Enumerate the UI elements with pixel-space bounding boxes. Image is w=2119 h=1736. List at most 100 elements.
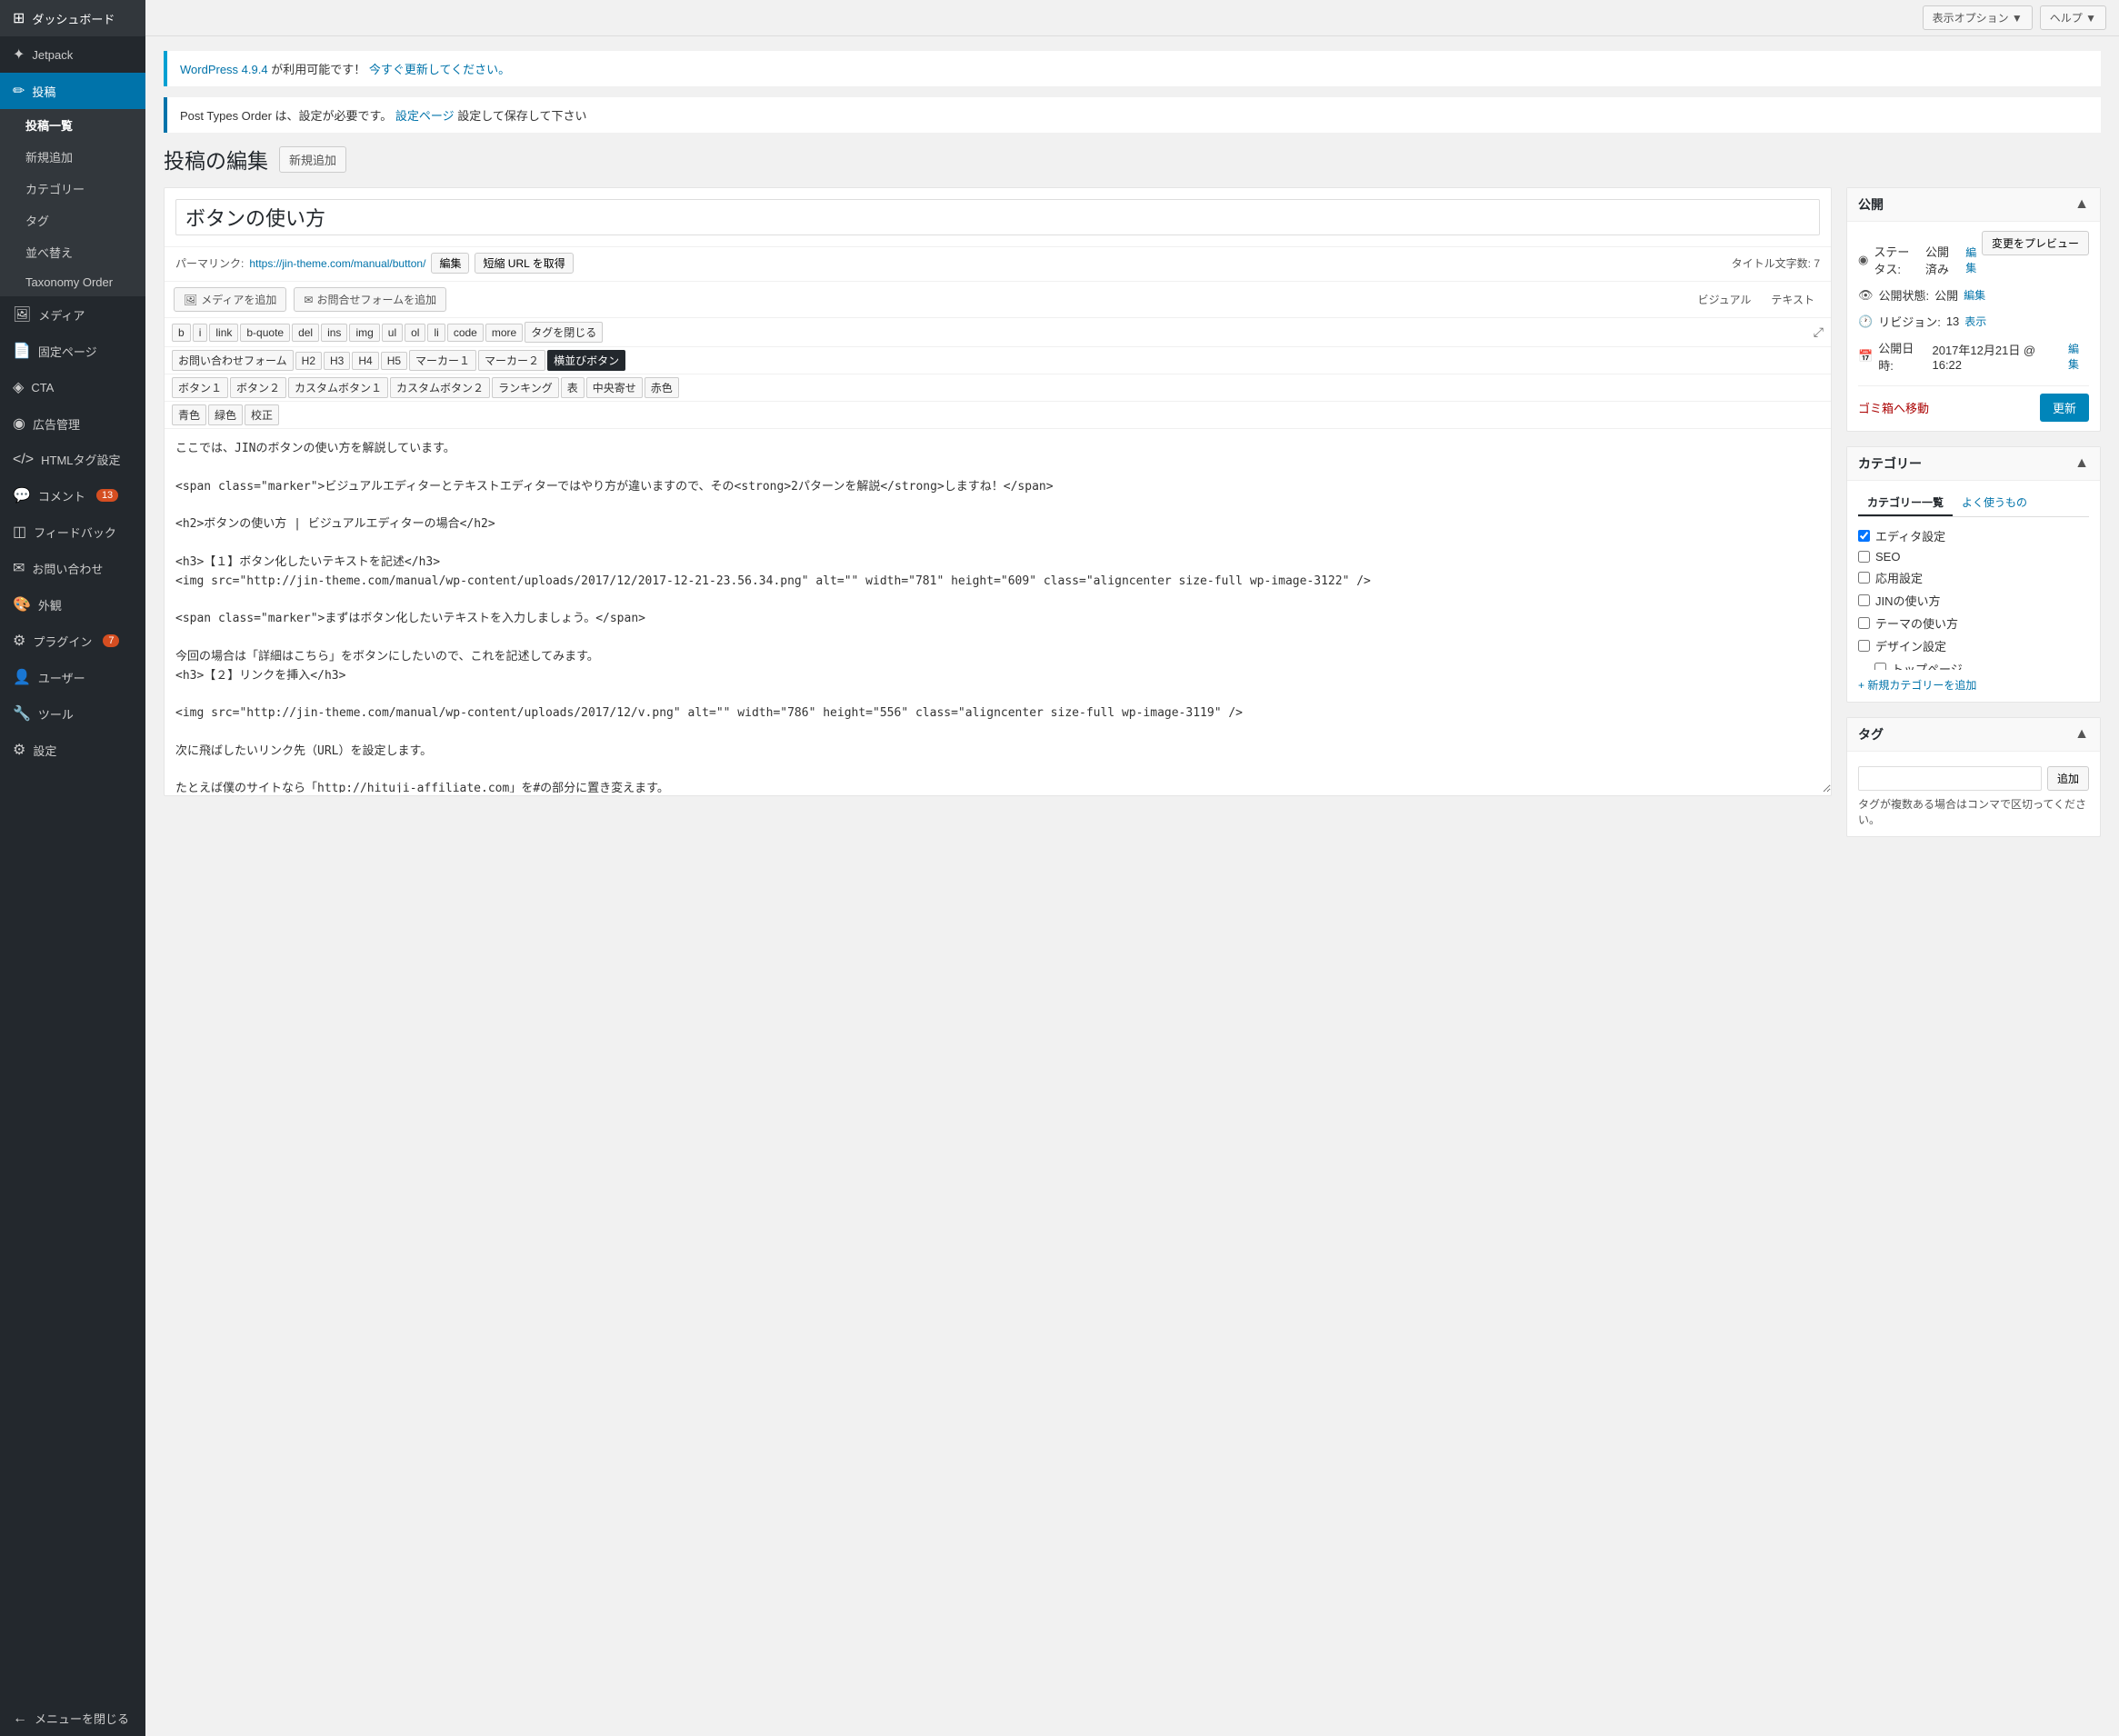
visibility-edit-link[interactable]: 編集	[1964, 287, 1985, 303]
visual-tab[interactable]: ビジュアル	[1691, 288, 1759, 311]
sidebar-item-pages[interactable]: 📄 固定ページ	[0, 333, 145, 369]
sidebar-item-html-tags[interactable]: </> HTMLタグ設定	[0, 442, 145, 477]
wp-version-link[interactable]: WordPress 4.9.4	[180, 63, 268, 76]
update-button[interactable]: 更新	[2040, 394, 2089, 422]
fmt-btn-カスタムボタン１[interactable]: カスタムボタン１	[288, 377, 388, 398]
sidebar-item-cta[interactable]: ◈ CTA	[0, 369, 145, 405]
fmt-btn-ul[interactable]: ul	[382, 324, 403, 342]
sidebar-item-contact[interactable]: ✉ お問い合わせ	[0, 550, 145, 586]
fmt-btn-緑色[interactable]: 緑色	[208, 404, 243, 425]
fmt-btn-img[interactable]: img	[349, 324, 379, 342]
cat-checkbox[interactable]	[1858, 594, 1870, 606]
publish-widget-header: 公開 ▲	[1847, 188, 2100, 222]
settings-page-link[interactable]: 設定ページ	[395, 109, 455, 123]
fmt-btn-ボタン２[interactable]: ボタン２	[230, 377, 286, 398]
sidebar-item-jetpack[interactable]: ✦ Jetpack	[0, 36, 145, 73]
revision-view-link[interactable]: 表示	[1964, 314, 1986, 329]
fmt-btn-マーカー２[interactable]: マーカー２	[478, 350, 545, 371]
cat-tab-all[interactable]: カテゴリー一覧	[1858, 490, 1953, 516]
fmt-btn-code[interactable]: code	[447, 324, 484, 342]
trash-link[interactable]: ゴミ箱へ移動	[1858, 399, 1929, 416]
sidebar-sub-item-posts-list[interactable]: 投稿一覧	[13, 109, 145, 141]
date-edit-link[interactable]: 編集	[2068, 341, 2089, 372]
sidebar-item-appearance[interactable]: 🎨 外観	[0, 586, 145, 623]
fmt-btn-校正[interactable]: 校正	[245, 404, 279, 425]
fmt-btn-H2[interactable]: H2	[295, 352, 322, 370]
fmt-btn-タグを閉じる[interactable]: タグを閉じる	[525, 322, 603, 343]
fmt-btn-b[interactable]: b	[172, 324, 191, 342]
sidebar-sub-item-taxonomy-order[interactable]: Taxonomy Order	[13, 268, 145, 296]
editor-textarea[interactable]	[165, 429, 1831, 793]
add-media-button[interactable]: 🖼 メディアを追加	[174, 287, 286, 312]
publish-widget-toggle[interactable]: ▲	[2074, 196, 2089, 213]
fmt-btn-H4[interactable]: H4	[352, 352, 378, 370]
add-category-link[interactable]: + 新規カテゴリーを追加	[1858, 677, 2089, 693]
sidebar-sub-item-posts-tags[interactable]: タグ	[13, 205, 145, 236]
fmt-btn-お問い合わせフォーム[interactable]: お問い合わせフォーム	[172, 350, 294, 371]
post-title-input[interactable]	[175, 199, 1820, 235]
preview-button[interactable]: 変更をプレビュー	[1982, 231, 2089, 255]
tags-widget-toggle[interactable]: ▲	[2074, 726, 2089, 743]
cat-checkbox[interactable]	[1858, 572, 1870, 584]
cat-checkbox[interactable]	[1858, 640, 1870, 652]
sidebar-sub-item-posts-new[interactable]: 新規追加	[13, 141, 145, 173]
sidebar-item-comments[interactable]: 💬 コメント 13	[0, 477, 145, 514]
fmt-btn-横並びボタン[interactable]: 横並びボタン	[547, 350, 625, 371]
fmt-btn-青色[interactable]: 青色	[172, 404, 206, 425]
status-edit-link[interactable]: 編集	[1965, 244, 1982, 275]
text-tab[interactable]: テキスト	[1764, 288, 1822, 311]
cat-checkbox[interactable]	[1874, 663, 1886, 670]
permalink-edit-button[interactable]: 編集	[431, 253, 469, 274]
fmt-btn-ランキング[interactable]: ランキング	[492, 377, 559, 398]
fmt-btn-ボタン１[interactable]: ボタン１	[172, 377, 228, 398]
sidebar-item-media[interactable]: 🖼 メディア	[0, 296, 145, 333]
tag-input[interactable]	[1858, 766, 2042, 791]
permalink-url[interactable]: https://jin-theme.com/manual/button/	[249, 257, 425, 270]
add-tag-button[interactable]: 追加	[2047, 766, 2089, 791]
sidebar-item-tools[interactable]: 🔧 ツール	[0, 695, 145, 732]
fmt-btn-H3[interactable]: H3	[324, 352, 350, 370]
fmt-btn-link[interactable]: link	[209, 324, 238, 342]
categories-widget-toggle[interactable]: ▲	[2074, 455, 2089, 472]
jetpack-icon: ✦	[13, 45, 25, 64]
cat-tab-popular[interactable]: よく使うもの	[1953, 490, 2036, 516]
fmt-btn-赤色[interactable]: 赤色	[645, 377, 679, 398]
sidebar-item-ads[interactable]: ◉ 広告管理	[0, 405, 145, 442]
update-now-link[interactable]: 今すぐ更新してください。	[369, 63, 510, 76]
fmt-btn-中央寄せ[interactable]: 中央寄せ	[586, 377, 643, 398]
cat-checkbox[interactable]	[1858, 530, 1870, 542]
permalink-short-url-button[interactable]: 短縮 URL を取得	[475, 253, 573, 274]
editor-panel: パーマリンク: https://jin-theme.com/manual/but…	[164, 187, 1832, 796]
notice-update: WordPress 4.9.4 が利用可能です！ 今すぐ更新してください。	[164, 51, 2101, 86]
fmt-btn-H5[interactable]: H5	[381, 352, 407, 370]
fmt-btn-li[interactable]: li	[427, 324, 445, 342]
sidebar-item-label: Jetpack	[32, 48, 73, 62]
fmt-btn-del[interactable]: del	[292, 324, 319, 342]
fmt-btn-表[interactable]: 表	[561, 377, 585, 398]
sidebar-item-dashboard[interactable]: ⊞ ダッシュボード	[0, 0, 145, 36]
fmt-btn-i[interactable]: i	[193, 324, 208, 342]
fmt-btn-ins[interactable]: ins	[321, 324, 347, 342]
fmt-btn-ol[interactable]: ol	[405, 324, 425, 342]
sidebar-item-posts[interactable]: ✏ 投稿	[0, 73, 145, 109]
fmt-btn-マーカー１[interactable]: マーカー１	[409, 350, 476, 371]
help-button[interactable]: ヘルプ ▼	[2040, 5, 2106, 30]
sidebar-item-settings[interactable]: ⚙ 設定	[0, 732, 145, 768]
new-post-button[interactable]: 新規追加	[279, 146, 346, 173]
display-options-button[interactable]: 表示オプション ▼	[1923, 5, 2033, 30]
sidebar-item-close-menu[interactable]: ← メニューを閉じる	[0, 1701, 145, 1736]
add-contact-form-button[interactable]: ✉ お問合せフォームを追加	[294, 287, 446, 312]
cat-item: デザイン設定	[1858, 634, 2089, 657]
fmt-btn-カスタムボタン２[interactable]: カスタムボタン２	[390, 377, 490, 398]
fmt-btn-b-quote[interactable]: b-quote	[240, 324, 290, 342]
cat-checkbox[interactable]	[1858, 617, 1870, 629]
fmt-btn-more[interactable]: more	[485, 324, 523, 342]
toolbar-expand-icon[interactable]: ⤢	[1814, 324, 1824, 340]
sidebar-item-feedback[interactable]: ◫ フィードバック	[0, 514, 145, 550]
sidebar-item-users[interactable]: 👤 ユーザー	[0, 659, 145, 695]
cat-label: SEO	[1875, 550, 1900, 564]
cat-checkbox[interactable]	[1858, 551, 1870, 563]
sidebar-item-plugins[interactable]: ⚙ プラグイン 7	[0, 623, 145, 659]
sidebar-sub-item-posts-sort[interactable]: 並べ替え	[13, 236, 145, 268]
sidebar-sub-item-posts-categories[interactable]: カテゴリー	[13, 173, 145, 205]
